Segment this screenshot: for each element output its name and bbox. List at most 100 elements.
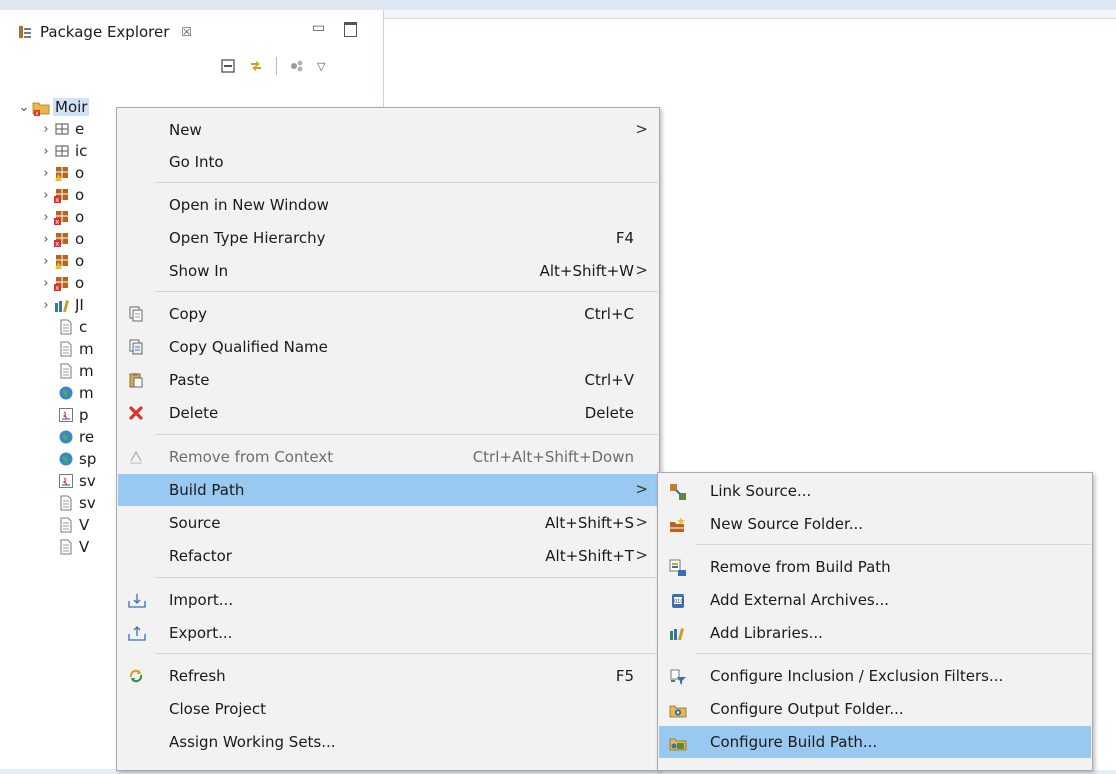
expand-chevron-icon[interactable]: › [38, 298, 54, 313]
menu-item-remove-from-context[interactable]: Remove from Context Ctrl+Alt+Shift+Down [118, 441, 658, 473]
tree-row-label: V [79, 538, 90, 556]
expand-chevron-icon[interactable]: › [38, 122, 54, 137]
menu-item-paste[interactable]: Paste Ctrl+V [118, 364, 658, 396]
tree-row-label: re [79, 428, 95, 446]
menu-item-new[interactable]: New > [118, 114, 658, 146]
close-icon[interactable]: ☒ [181, 25, 192, 39]
menu-item-label: Copy [169, 305, 208, 323]
window-top-strip [0, 0, 1116, 10]
view-menu-chevron-down-icon[interactable]: ▽ [317, 60, 325, 73]
tree-row-label: o [75, 186, 85, 204]
tree-row-label: o [75, 208, 85, 226]
expand-chevron-icon[interactable]: › [38, 254, 54, 269]
menu-item-shortcut: F5 [615, 667, 634, 685]
copy-qualified-icon [128, 339, 144, 355]
submenu-item-configure-inclusion-exclusion-filters[interactable]: Configure Inclusion / Exclusion Filters.… [659, 660, 1091, 692]
context-menu: New > Go Into Open in New Window Open Type H… [116, 107, 660, 771]
menu-item-shortcut: Ctrl+C [584, 305, 634, 323]
submenu-item-label: Configure Output Folder... [710, 700, 904, 718]
maximize-icon[interactable] [344, 22, 357, 37]
build-path-icon [669, 734, 687, 752]
menu-item-label: Remove from Context [169, 448, 334, 466]
expand-chevron-icon[interactable]: › [38, 276, 54, 291]
new-source-folder-icon [669, 516, 687, 534]
menu-item-show-in[interactable]: Show In Alt+Shift+W > [118, 255, 658, 287]
paste-icon [128, 372, 144, 388]
tree-row-label: JI [75, 296, 84, 314]
explorer-toolbar: ▽ [220, 54, 325, 78]
library-icon [669, 625, 687, 643]
submenu-chevron-right-icon: > [635, 261, 648, 279]
submenu-item-remove-from-build-path[interactable]: Remove from Build Path [659, 551, 1091, 583]
link-with-editor-icon[interactable] [248, 58, 264, 74]
expand-chevron-icon[interactable]: › [38, 210, 54, 225]
menu-item-label: Paste [169, 371, 210, 389]
submenu-chevron-right-icon: > [635, 546, 648, 564]
submenu-item-configure-output-folder[interactable]: Configure Output Folder... [659, 693, 1091, 725]
copy-icon [128, 306, 144, 322]
menu-item-copy-qualified-name[interactable]: Copy Qualified Name [118, 331, 658, 363]
menu-item-label: Build Path [169, 481, 245, 499]
submenu-separator [696, 653, 1091, 654]
expand-chevron-icon[interactable]: › [38, 232, 54, 247]
file-icon [58, 539, 74, 555]
toolbar-separator [276, 57, 277, 75]
delete-icon [128, 405, 144, 421]
package-explorer-tab[interactable]: Package Explorer ☒ ▭ [0, 18, 383, 46]
globe-icon [58, 385, 74, 401]
menu-item-refresh[interactable]: Refresh F5 [118, 660, 658, 692]
package-error-icon: x [54, 275, 70, 292]
minimize-icon[interactable]: ▭ [312, 20, 325, 36]
submenu-item-link-source[interactable]: Link Source... [659, 475, 1091, 507]
menu-item-export[interactable]: Export... [118, 617, 658, 649]
menu-item-import[interactable]: Import... [118, 584, 658, 616]
menu-item-label: Assign Working Sets... [169, 733, 336, 751]
menu-item-delete[interactable]: Delete Delete [118, 397, 658, 429]
file-icon [58, 319, 74, 335]
tree-root-label: Moir [53, 98, 90, 116]
svg-text:x: x [55, 284, 59, 291]
menu-item-label: Open Type Hierarchy [169, 229, 326, 247]
focus-task-icon[interactable] [289, 58, 305, 74]
submenu-item-configure-build-path[interactable]: Configure Build Path... [659, 726, 1091, 758]
menu-item-label: Refresh [169, 667, 226, 685]
menu-item-refactor[interactable]: Refactor Alt+Shift+T > [118, 540, 658, 572]
tree-row-label: ic [75, 142, 88, 160]
menu-item-copy[interactable]: Copy Ctrl+C [118, 298, 658, 330]
submenu-item-new-source-folder[interactable]: New Source Folder... [659, 508, 1091, 540]
package-warning-icon [54, 253, 70, 269]
expand-chevron-icon[interactable]: › [38, 188, 54, 203]
package-error-icon: x [54, 187, 70, 204]
expand-chevron-icon[interactable]: ⌄ [16, 100, 32, 115]
submenu-item-label: Configure Inclusion / Exclusion Filters.… [710, 667, 1004, 685]
java-file-icon [58, 473, 74, 489]
menu-item-shortcut: Alt+Shift+W [539, 262, 634, 280]
import-icon [128, 592, 146, 608]
submenu-item-add-external-archives[interactable]: 010 Add External Archives... [659, 584, 1091, 616]
menu-separator [155, 182, 658, 183]
menu-item-label: Open in New Window [169, 196, 329, 214]
menu-item-open-in-new-window[interactable]: Open in New Window [118, 189, 658, 221]
tree-row-label: sv [79, 494, 96, 512]
menu-item-open-type-hierarchy[interactable]: Open Type Hierarchy F4 [118, 222, 658, 254]
build-path-submenu: Link Source... New Source Folder... Remove… [657, 472, 1093, 771]
menu-item-go-into[interactable]: Go Into [118, 146, 658, 178]
menu-item-assign-working-sets[interactable]: Assign Working Sets... [118, 726, 658, 758]
submenu-item-add-libraries[interactable]: Add Libraries... [659, 617, 1091, 649]
expand-chevron-icon[interactable]: › [38, 166, 54, 181]
tree-row-label: sv [79, 472, 96, 490]
expand-chevron-icon[interactable]: › [38, 144, 54, 159]
menu-item-close-project[interactable]: Close Project [118, 693, 658, 725]
menu-item-label: Copy Qualified Name [169, 338, 328, 356]
remove-context-icon [128, 449, 144, 465]
menu-item-shortcut: Alt+Shift+S [544, 514, 634, 532]
menu-item-build-path[interactable]: Build Path > [118, 474, 658, 506]
menu-item-source[interactable]: Source Alt+Shift+S > [118, 507, 658, 539]
submenu-chevron-right-icon: > [635, 120, 648, 138]
tree-row-label: e [75, 120, 85, 138]
menu-item-label: Show In [169, 262, 229, 280]
package-error-icon: x [54, 231, 70, 248]
file-icon [58, 517, 74, 533]
package-icon [54, 143, 70, 159]
collapse-all-icon[interactable] [220, 58, 236, 74]
